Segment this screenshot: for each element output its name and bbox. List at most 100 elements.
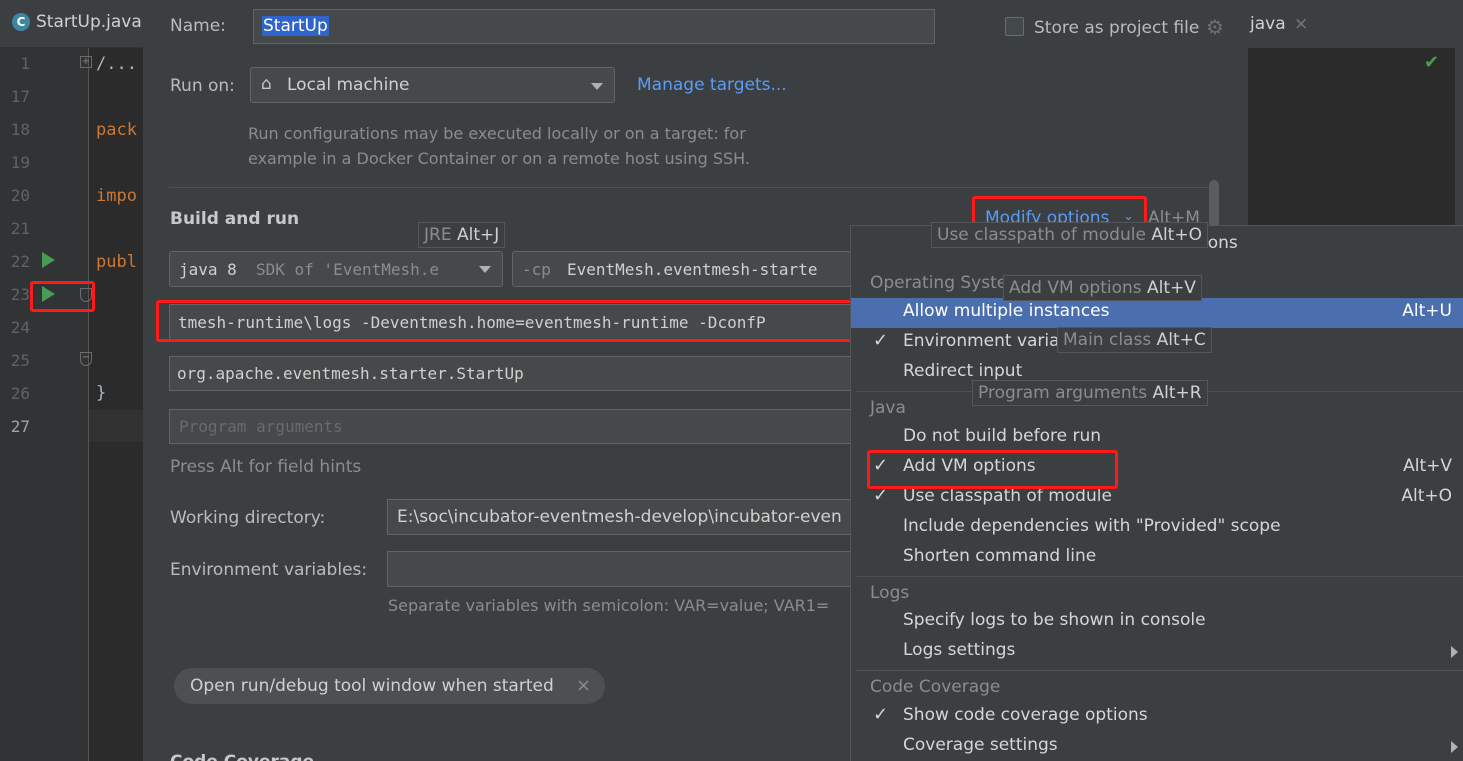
program-arguments-placeholder: Program arguments — [179, 417, 343, 436]
environment-variables-input[interactable] — [387, 551, 852, 587]
code-coverage-heading: Code Coverage — [170, 752, 314, 761]
jre-sdk: SDK of 'EventMesh.e — [256, 260, 440, 279]
menu-item-shortcut: Alt+O — [1401, 486, 1452, 506]
highlight-box — [156, 300, 856, 342]
working-directory-value: E:\soc\incubator-eventmesh-develop\incub… — [397, 507, 842, 527]
option-chip[interactable]: Open run/debug tool window when started … — [174, 668, 605, 704]
menu-item-label: Coverage settings — [903, 735, 1058, 755]
highlight-box — [867, 450, 1118, 489]
menu-section-os: Operating Syste — [870, 273, 1008, 293]
java-class-icon: C — [12, 13, 30, 31]
main-class-input[interactable]: org.apache.eventmesh.starter.StartUp — [169, 356, 852, 391]
tooltip-classpath: Use classpath of module Alt+O — [931, 222, 1208, 248]
menu-title-tail: ions — [1203, 233, 1238, 253]
gear-icon[interactable]: ⚙ — [1206, 15, 1224, 39]
bookmark-icon — [80, 288, 92, 302]
editor-tab-label: StartUp.java — [36, 12, 142, 32]
name-input[interactable]: StartUp — [253, 9, 935, 44]
home-icon: ⌂ — [261, 74, 272, 94]
tooltip-key: Alt+O — [1151, 225, 1202, 245]
tooltip-program-arguments: Program arguments Alt+R — [972, 380, 1208, 406]
line-number: 21 — [10, 219, 30, 238]
menu-item-coverage-settings[interactable]: Coverage settings — [851, 732, 1463, 761]
jre-select[interactable]: java 8 SDK of 'EventMesh.e — [169, 251, 503, 287]
tooltip-key: Alt+V — [1147, 278, 1196, 298]
working-directory-input[interactable]: E:\soc\incubator-eventmesh-develop\incub… — [387, 499, 852, 535]
tooltip-main-class: Main class Alt+C — [1057, 327, 1212, 353]
inspection-ok-icon: ✔ — [1424, 52, 1440, 73]
line-number: 27 — [10, 417, 30, 436]
editor-tab[interactable]: C StartUp.java — [0, 0, 143, 48]
menu-item-label: Specify logs to be shown in console — [903, 610, 1206, 630]
manage-targets-link[interactable]: Manage targets... — [637, 75, 787, 95]
menu-item-label: Environment varia — [903, 331, 1060, 351]
line-number: 22 — [10, 252, 30, 271]
folded-code[interactable]: /... — [96, 54, 137, 74]
menu-item-label: Logs settings — [903, 640, 1016, 660]
close-icon[interactable]: × — [576, 675, 591, 696]
menu-separator — [856, 576, 1463, 577]
menu-item-do-not-build[interactable]: Do not build before run — [851, 423, 1463, 453]
check-icon: ✓ — [873, 330, 889, 351]
gutter-divider — [88, 48, 89, 761]
line-number: 26 — [10, 384, 30, 403]
chevron-down-icon — [479, 266, 491, 273]
check-icon: ✓ — [873, 704, 889, 725]
name-input-value: StartUp — [262, 16, 329, 36]
tooltip-key: Alt+J — [456, 225, 500, 245]
code-import-keyword: impo — [96, 186, 137, 206]
cp-value: EventMesh.eventmesh-starte — [567, 260, 818, 279]
run-on-value: Local machine — [287, 75, 410, 95]
working-directory-label: Working directory: — [170, 508, 326, 528]
build-and-run-heading: Build and run — [170, 209, 300, 229]
tooltip-label: JRE — [424, 225, 452, 245]
menu-section-code-coverage: Code Coverage — [870, 677, 1001, 697]
line-number: 25 — [10, 351, 30, 370]
chevron-down-icon — [591, 83, 603, 90]
run-on-hint: example in a Docker Container or on a re… — [248, 149, 750, 168]
menu-item-allow-multiple[interactable]: Allow multiple instances Alt+U — [851, 298, 1463, 328]
close-icon[interactable]: × — [1294, 14, 1308, 34]
line-number: 23 — [10, 285, 30, 304]
menu-item-label: Redirect input — [903, 361, 1023, 381]
menu-item-label: Use classpath of module — [903, 486, 1112, 506]
classpath-select[interactable]: -cp EventMesh.eventmesh-starte — [512, 251, 852, 287]
menu-item-shorten-command-line[interactable]: Shorten command line — [851, 543, 1463, 573]
line-number: 18 — [10, 120, 30, 139]
tooltip-jre: JRE Alt+J — [418, 222, 506, 248]
run-on-label: Run on: — [170, 76, 235, 96]
program-arguments-input[interactable]: Program arguments — [169, 409, 852, 444]
run-on-select[interactable]: ⌂ Local machine — [250, 67, 615, 103]
menu-item-show-coverage[interactable]: ✓ Show code coverage options — [851, 702, 1463, 732]
menu-item-specify-logs[interactable]: Specify logs to be shown in console — [851, 607, 1463, 637]
tooltip-label: Main class — [1063, 330, 1152, 350]
tooltip-key: Alt+C — [1156, 330, 1206, 350]
code-package-keyword: pack — [96, 120, 137, 140]
menu-item-logs-settings[interactable]: Logs settings — [851, 637, 1463, 667]
fold-expand-icon[interactable]: + — [80, 56, 92, 68]
environment-variables-hint: Separate variables with semicolon: VAR=v… — [388, 596, 830, 615]
menu-section-java: Java — [870, 398, 906, 418]
environment-variables-label: Environment variables: — [170, 560, 368, 580]
main-class-value: org.apache.eventmesh.starter.StartUp — [177, 364, 524, 383]
menu-item-label: Show code coverage options — [903, 705, 1148, 725]
modify-options-menu: ions Operating Syste Allow multiple inst… — [850, 225, 1463, 761]
right-tab-label: java — [1250, 14, 1286, 34]
jre-value: java 8 — [179, 260, 237, 279]
fold-collapse-icon[interactable]: − — [80, 352, 92, 366]
menu-item-include-dependencies[interactable]: Include dependencies with "Provided" sco… — [851, 513, 1463, 543]
editor-tab-right[interactable]: java × — [1248, 0, 1463, 48]
run-on-hint: Run configurations may be executed local… — [248, 124, 746, 143]
store-project-label: Store as project file — [1034, 18, 1200, 38]
menu-item-label: Include dependencies with "Provided" sco… — [903, 516, 1281, 536]
menu-item-label: Shorten command line — [903, 546, 1097, 566]
tooltip-vm-options: Add VM options Alt+V — [1003, 275, 1202, 301]
cp-prefix: -cp — [522, 260, 551, 279]
name-label: Name: — [170, 16, 226, 36]
line-number: 19 — [10, 153, 30, 172]
run-gutter-icon[interactable] — [42, 252, 55, 268]
menu-item-label: Allow multiple instances — [903, 301, 1110, 321]
menu-section-logs: Logs — [870, 583, 910, 603]
line-number: 20 — [10, 186, 30, 205]
store-project-checkbox[interactable] — [1005, 17, 1024, 36]
